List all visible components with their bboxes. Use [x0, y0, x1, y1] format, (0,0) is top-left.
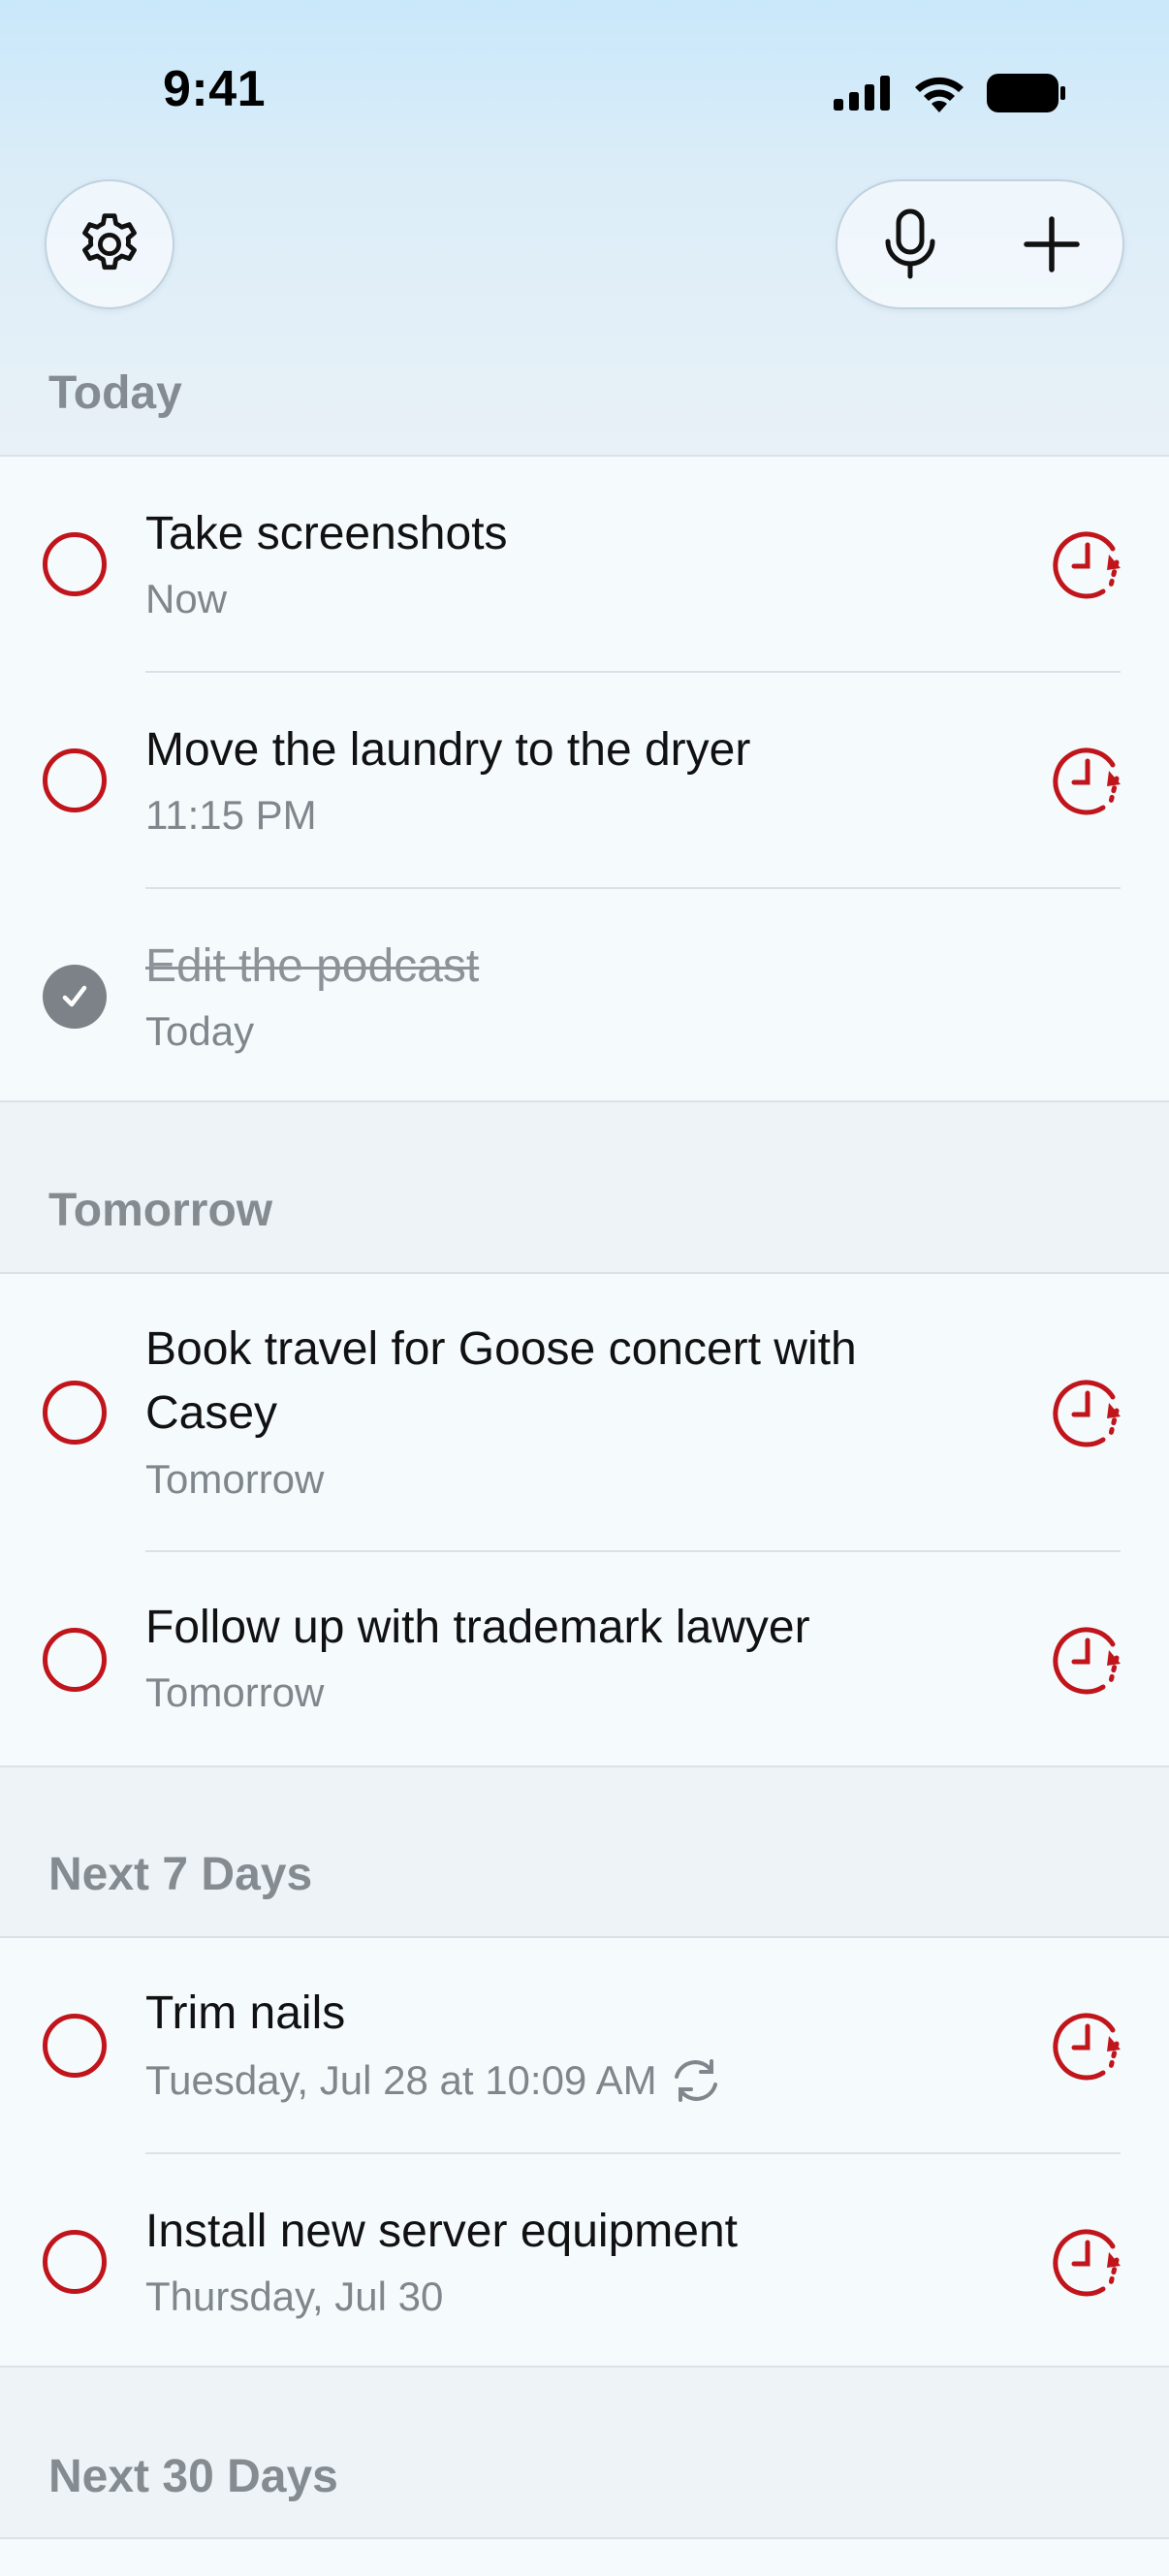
- section-next-7-days: Trim nails Tuesday, Jul 28 at 10:09 AM I…: [0, 1936, 1169, 2368]
- section-tomorrow: Book travel for Goose concert with Casey…: [0, 1272, 1169, 1767]
- section-header-next-7-days: Next 7 Days: [48, 1849, 313, 1900]
- snooze-clock-icon[interactable]: [1049, 2223, 1126, 2301]
- section-next-30-days: [0, 2537, 1169, 2576]
- cellular-signal-icon: [834, 76, 890, 111]
- task-row[interactable]: Install new server equipment Thursday, J…: [0, 2154, 1169, 2366]
- task-due: Tomorrow: [145, 1670, 324, 1716]
- complete-checkbox[interactable]: [43, 2014, 107, 2078]
- snooze-clock-icon[interactable]: [1049, 1621, 1126, 1699]
- task-title: Edit the podcast: [145, 940, 480, 992]
- snooze-clock-icon[interactable]: [1049, 2007, 1126, 2084]
- section-header-next-30-days: Next 30 Days: [48, 2451, 338, 2502]
- task-title: Take screenshots: [145, 508, 508, 559]
- status-time: 9:41: [163, 61, 267, 117]
- status-bar: 9:41: [0, 0, 1169, 194]
- settings-button[interactable]: [45, 179, 174, 309]
- section-header-tomorrow: Tomorrow: [48, 1185, 273, 1236]
- task-title: Install new server equipment: [145, 2206, 738, 2257]
- snooze-clock-icon[interactable]: [1049, 525, 1126, 603]
- task-due-label: Thursday, Jul 30: [145, 2274, 444, 2319]
- status-icons: [834, 74, 1066, 112]
- repeat-icon: [674, 2059, 717, 2102]
- task-row[interactable]: Move the laundry to the dryer 11:15 PM: [0, 673, 1169, 889]
- task-due: Today: [145, 1008, 254, 1055]
- task-due: Tuesday, Jul 28 at 10:09 AM: [145, 2055, 723, 2106]
- task-title: Follow up with trademark lawyer: [145, 1602, 810, 1653]
- toolbar-actions: [836, 179, 1124, 309]
- task-row[interactable]: Trim nails Tuesday, Jul 28 at 10:09 AM: [0, 1938, 1169, 2154]
- section-header-today: Today: [48, 367, 182, 419]
- task-row-completed[interactable]: Edit the podcast Today: [0, 889, 1169, 1100]
- task-due-label: Tuesday, Jul 28 at 10:09 AM: [145, 2057, 657, 2103]
- task-due-label: Tomorrow: [145, 1670, 325, 1715]
- complete-checkbox[interactable]: [43, 748, 107, 812]
- task-row[interactable]: Follow up with trademark lawyer Tomorrow: [0, 1552, 1169, 1767]
- complete-checkbox[interactable]: [43, 1381, 107, 1445]
- plus-icon: [1024, 216, 1080, 272]
- task-due: Now: [145, 576, 227, 622]
- task-due-label: 11:15 PM: [145, 792, 317, 838]
- complete-checkbox[interactable]: [43, 1628, 107, 1692]
- complete-checkbox[interactable]: [43, 2230, 107, 2294]
- task-due-label: Tomorrow: [145, 1456, 325, 1502]
- completed-checkbox[interactable]: [43, 965, 107, 1029]
- voice-input-button[interactable]: [874, 208, 946, 280]
- snooze-clock-icon[interactable]: [1049, 1374, 1126, 1451]
- section-today: Take screenshots Now Move the laundry to…: [0, 455, 1169, 1102]
- complete-checkbox[interactable]: [43, 532, 107, 596]
- task-due: 11:15 PM: [145, 792, 317, 839]
- add-task-button[interactable]: [1016, 208, 1088, 280]
- wifi-icon: [915, 77, 964, 112]
- checkmark-icon: [62, 985, 87, 1007]
- task-title: Trim nails: [145, 1988, 346, 2039]
- task-due-label: Now: [145, 576, 228, 621]
- task-title: Move the laundry to the dryer: [145, 724, 751, 776]
- task-due: Thursday, Jul 30: [145, 2274, 443, 2320]
- task-title: Book travel for Goose concert with Casey: [145, 1323, 857, 1439]
- task-due-label: Today: [145, 1008, 255, 1054]
- task-row[interactable]: Book travel for Goose concert with Casey…: [0, 1274, 1169, 1552]
- task-due: Tomorrow: [145, 1456, 324, 1503]
- gear-icon: [82, 213, 137, 270]
- microphone-icon: [885, 208, 935, 279]
- task-row[interactable]: Take screenshots Now: [0, 457, 1169, 673]
- snooze-clock-icon[interactable]: [1049, 742, 1126, 819]
- battery-icon: [987, 74, 1065, 112]
